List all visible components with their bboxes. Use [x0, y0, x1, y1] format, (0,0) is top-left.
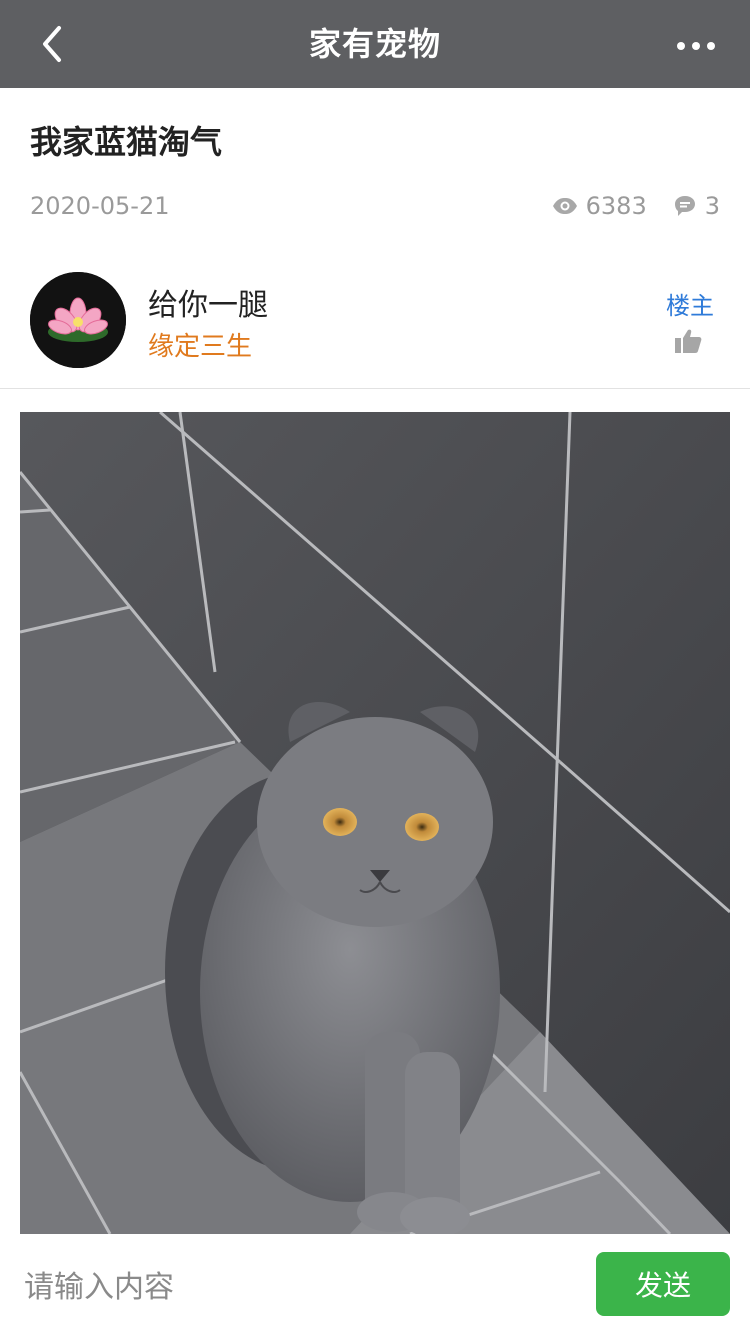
comment-icon [674, 196, 695, 216]
more-dots-icon [677, 42, 715, 50]
top-nav-bar: 家有宠物 [0, 0, 750, 88]
post-meta: 2020-05-21 6383 3 [30, 186, 720, 226]
eye-icon [552, 198, 577, 214]
author-name[interactable]: 给你一腿 [148, 280, 268, 324]
cat-photo [20, 412, 730, 1234]
author-row: 给你一腿 缘定三生 楼主 [0, 252, 750, 389]
thumbs-up-icon [675, 329, 702, 353]
comment-input[interactable] [22, 1256, 566, 1318]
page-title: 家有宠物 [308, 25, 441, 63]
post-image[interactable] [20, 412, 730, 1234]
post-date: 2020-05-21 [30, 192, 170, 220]
lotus-avatar-image [30, 272, 126, 368]
avatar[interactable] [30, 272, 126, 368]
chevron-left-icon [43, 26, 61, 62]
post-title: 我家蓝猫淘气 [30, 123, 223, 161]
send-button[interactable]: 发送 [596, 1252, 730, 1316]
comment-count: 3 [704, 192, 720, 220]
view-count: 6383 [585, 192, 647, 220]
back-button[interactable] [22, 14, 82, 74]
like-button[interactable] [674, 328, 706, 360]
comment-bar: 发送 [0, 1234, 750, 1334]
more-button[interactable] [666, 24, 726, 68]
post-stats: 6383 3 [552, 192, 720, 220]
author-tag: 缘定三生 [148, 332, 253, 362]
owner-badge: 楼主 [666, 292, 714, 320]
